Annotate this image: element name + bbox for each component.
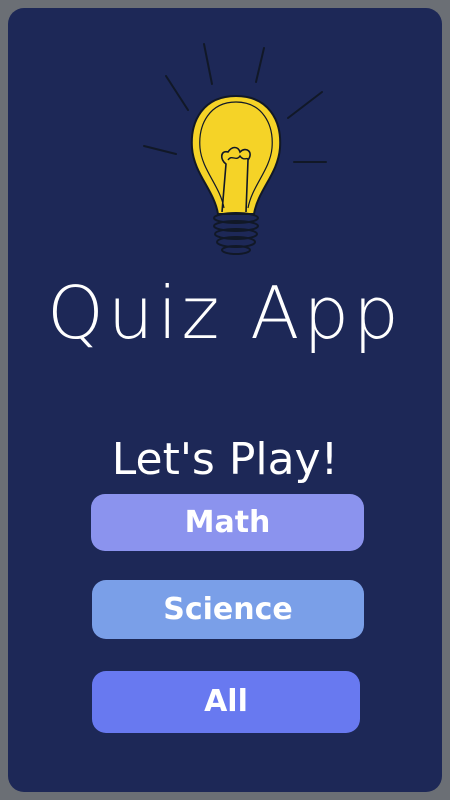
science-button[interactable]: Science xyxy=(92,580,364,639)
math-button[interactable]: Math xyxy=(91,494,364,551)
lightbulb-icon xyxy=(143,43,327,255)
subtitle: Let's Play! xyxy=(111,434,339,485)
quiz-app-screen: Quiz App Let's Play! Math Science All xyxy=(8,8,442,792)
app-title: Quiz App xyxy=(47,271,403,355)
all-button[interactable]: All xyxy=(92,671,360,733)
